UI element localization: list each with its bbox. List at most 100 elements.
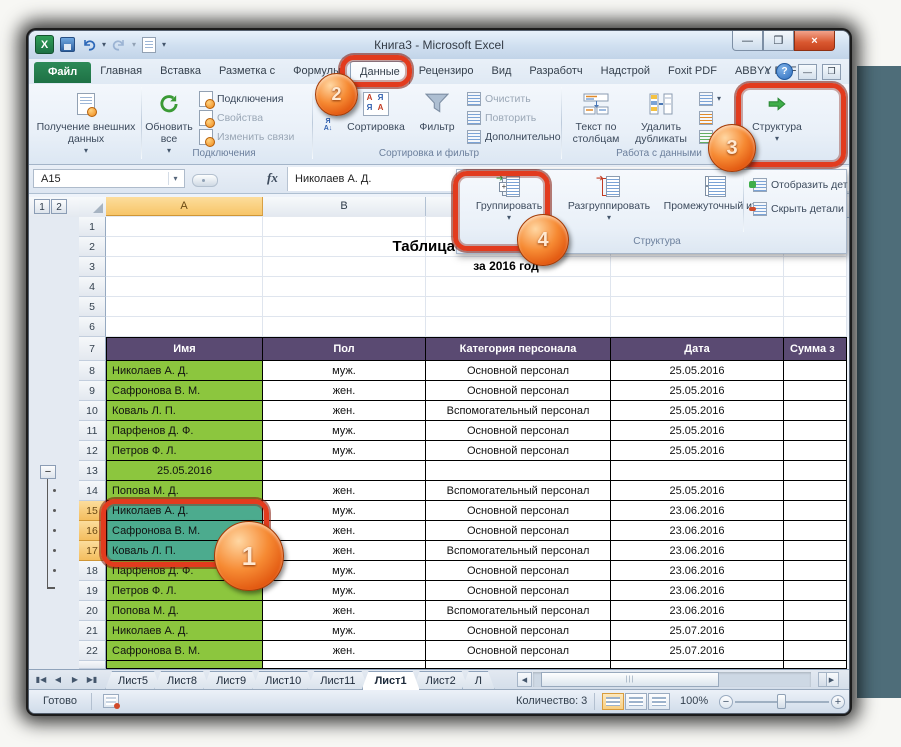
empty-cell[interactable] <box>106 317 263 337</box>
zoom-in-button[interactable]: + <box>831 695 845 709</box>
row-header[interactable]: 6 <box>79 317 106 337</box>
empty-cell[interactable] <box>263 217 426 237</box>
empty-cell[interactable] <box>106 297 263 317</box>
empty-cell[interactable] <box>611 297 784 317</box>
empty-cell[interactable] <box>263 317 426 337</box>
sheet-tab[interactable]: Лист10 <box>252 671 314 690</box>
table-header-cell[interactable]: Категория персонала <box>426 337 611 361</box>
sum-cell[interactable] <box>784 521 847 541</box>
sort-descending-icon[interactable]: ЯА↓ <box>317 115 339 134</box>
row-header[interactable]: 22 <box>79 641 106 661</box>
scrollbar-track[interactable] <box>533 672 811 687</box>
ribbon-tab[interactable]: Вид <box>483 61 521 82</box>
name-box[interactable]: A15 ▾ <box>33 169 185 188</box>
category-cell[interactable]: Основной персонал <box>426 561 611 581</box>
row-header[interactable]: 14 <box>79 481 106 501</box>
filter-button[interactable]: Фильтр <box>413 86 461 133</box>
row-header[interactable]: 7 <box>79 337 106 361</box>
gender-cell[interactable]: муж. <box>263 421 426 441</box>
date-cell[interactable]: 23.06.2016 <box>611 561 784 581</box>
sheet-tab[interactable]: Лист2 <box>413 671 469 690</box>
empty-cell[interactable] <box>106 257 263 277</box>
column-header-B[interactable]: B <box>263 197 426 216</box>
sum-cell[interactable] <box>784 401 847 421</box>
empty-cell[interactable] <box>611 257 784 277</box>
workbook-restore-icon[interactable]: ❒ <box>822 64 841 80</box>
sum-cell[interactable] <box>784 421 847 441</box>
ribbon-tab[interactable]: Вставка <box>151 61 210 82</box>
date-cell[interactable]: 25.07.2016 <box>611 641 784 661</box>
workbook-minimize-icon[interactable]: — <box>798 64 817 80</box>
data-validation-button[interactable]: ▾ <box>699 90 735 107</box>
sum-cell[interactable] <box>784 581 847 601</box>
name-cell[interactable]: Николаев А. Д. <box>106 501 263 521</box>
last-sheet-icon[interactable]: ▶▮ <box>84 672 100 687</box>
gender-cell[interactable]: жен. <box>263 381 426 401</box>
gender-cell[interactable]: муж. <box>263 581 426 601</box>
row-header[interactable]: 1 <box>79 217 106 237</box>
maximize-button[interactable]: ❒ <box>763 31 794 51</box>
name-cell[interactable]: 25.05.2016 <box>106 461 263 481</box>
category-cell[interactable]: Основной персонал <box>426 641 611 661</box>
insert-function-button[interactable]: fx <box>267 170 278 186</box>
row-header[interactable]: 16 <box>79 521 106 541</box>
name-cell[interactable]: Петров Ф. Л. <box>106 441 263 461</box>
sheet-tab[interactable]: Лист9 <box>203 671 259 690</box>
empty-cell[interactable] <box>426 277 611 297</box>
ribbon-tab[interactable]: Разметка с <box>210 61 284 82</box>
row-header[interactable]: 9 <box>79 381 106 401</box>
scrollbar-thumb[interactable] <box>541 672 719 687</box>
empty-cell[interactable] <box>426 317 611 337</box>
column-header-A[interactable]: A <box>106 197 263 216</box>
gender-cell[interactable] <box>263 461 426 481</box>
name-cell[interactable]: Коваль Л. П. <box>106 401 263 421</box>
sheet-tab[interactable]: Л <box>462 671 495 690</box>
gender-cell[interactable]: муж. <box>263 361 426 381</box>
row-header[interactable]: 15 <box>79 501 106 521</box>
hide-detail-button[interactable]: Скрыть детали <box>753 202 844 216</box>
table-header-cell[interactable]: Дата <box>611 337 784 361</box>
empty-cell[interactable] <box>263 257 426 277</box>
name-cell[interactable]: Попова М. Д. <box>106 601 263 621</box>
gender-cell[interactable]: жен. <box>263 601 426 621</box>
empty-cell[interactable] <box>263 297 426 317</box>
zoom-out-button[interactable]: − <box>719 695 733 709</box>
category-cell[interactable] <box>426 661 611 669</box>
outline-level-2-button[interactable]: 2 <box>51 199 67 214</box>
name-cell[interactable]: Сафронова В. М. <box>106 381 263 401</box>
page-layout-view-button[interactable] <box>625 693 647 710</box>
date-cell[interactable] <box>611 461 784 481</box>
empty-cell[interactable] <box>784 297 847 317</box>
save-button[interactable] <box>58 36 76 54</box>
category-cell[interactable]: Основной персонал <box>426 621 611 641</box>
ribbon-tab[interactable]: Разработч <box>520 61 591 82</box>
gender-cell[interactable]: жен. <box>263 481 426 501</box>
row-header[interactable]: 20 <box>79 601 106 621</box>
tab-split-grip[interactable] <box>818 672 827 687</box>
empty-cell[interactable] <box>106 217 263 237</box>
normal-view-button[interactable] <box>602 693 624 710</box>
refresh-all-button[interactable]: Обновить все ▾ <box>143 86 195 157</box>
category-cell[interactable]: Основной персонал <box>426 361 611 381</box>
date-cell[interactable]: 25.05.2016 <box>611 441 784 461</box>
excel-logo-icon[interactable]: X <box>35 35 54 54</box>
structure-group-button[interactable]: Структура ▾ <box>746 86 808 145</box>
page-break-view-button[interactable] <box>648 693 670 710</box>
gender-cell[interactable]: муж. <box>263 561 426 581</box>
table-header-cell[interactable]: Имя <box>106 337 263 361</box>
name-cell[interactable]: Сафронова В. М. <box>106 641 263 661</box>
gender-cell[interactable]: муж. <box>263 621 426 641</box>
empty-cell[interactable] <box>263 277 426 297</box>
close-button[interactable]: × <box>794 31 835 51</box>
subtotal-button[interactable]: ++ Промежуточный итог <box>663 171 767 212</box>
date-cell[interactable] <box>611 661 784 669</box>
sum-cell[interactable] <box>784 361 847 381</box>
ribbon-small-item[interactable]: Дополнительно <box>467 128 567 145</box>
help-icon[interactable]: ? <box>776 63 793 80</box>
text-to-columns-button[interactable]: Текст по столбцам <box>565 86 627 145</box>
row-header[interactable]: 19 <box>79 581 106 601</box>
gender-cell[interactable]: жен. <box>263 541 426 561</box>
get-external-data-button[interactable]: Получение внешних данных ▾ <box>34 86 138 157</box>
next-sheet-icon[interactable]: ▶ <box>67 672 83 687</box>
sum-cell[interactable] <box>784 481 847 501</box>
